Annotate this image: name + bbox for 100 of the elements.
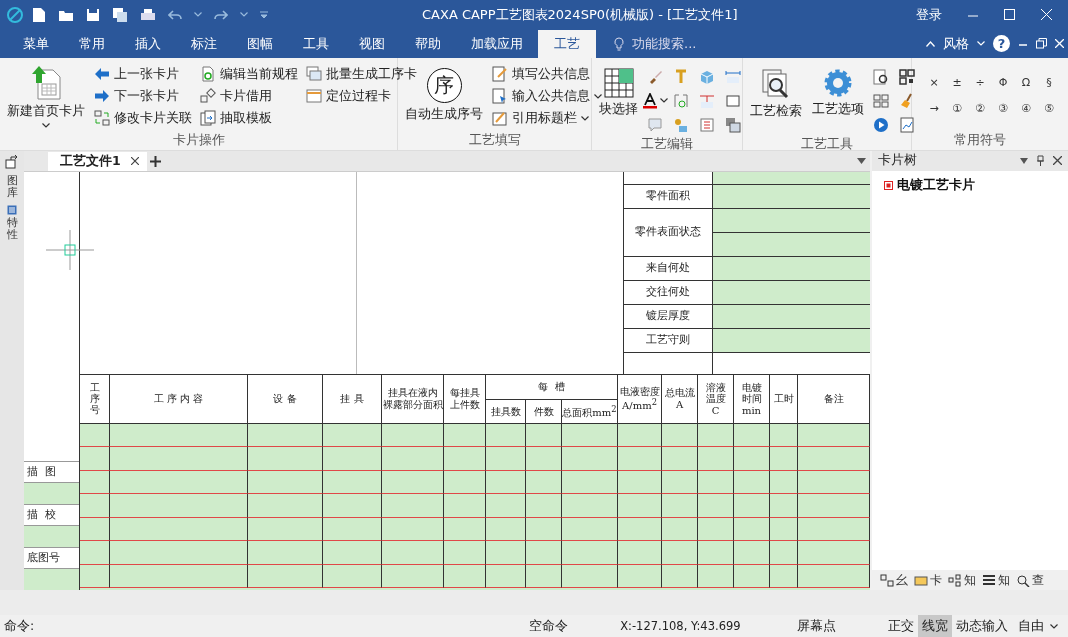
- pin-icon[interactable]: [1036, 155, 1045, 167]
- play-icon: [873, 116, 889, 133]
- panel-tab[interactable]: 查: [1016, 571, 1044, 589]
- status-toggle[interactable]: 线宽: [918, 615, 952, 637]
- panel-tab-icon: [948, 573, 962, 587]
- signature-label: 描 图: [27, 465, 56, 479]
- status-toggle[interactable]: 动态输入: [952, 615, 1012, 637]
- ribbon-tab[interactable]: 插入: [120, 29, 176, 58]
- maximize-icon[interactable]: [1004, 9, 1015, 21]
- field-label: 来自何处: [646, 261, 691, 276]
- signature-field[interactable]: [24, 568, 79, 590]
- fill-in-field[interactable]: [713, 304, 870, 328]
- document-tab[interactable]: 工艺文件1: [48, 151, 147, 171]
- ribbon-button[interactable]: 批量生成工序卡: [304, 64, 419, 84]
- app-logo-icon: [6, 5, 24, 24]
- dropdown-caret-icon: [42, 122, 50, 128]
- column-header: 挂具在液内: [387, 387, 438, 399]
- field-label: 零件面积: [646, 189, 691, 204]
- new-file-icon: [32, 6, 46, 23]
- ribbon-button[interactable]: 抽取模板: [198, 108, 300, 128]
- ribbon-button[interactable]: 卡片借用: [198, 86, 300, 106]
- column-header: 工序号: [89, 382, 100, 416]
- new-card-button[interactable]: 新建首页卡片: [4, 61, 88, 132]
- process-search-button[interactable]: 工艺检索: [747, 61, 805, 136]
- ribbon-tab[interactable]: 工艺: [538, 29, 596, 58]
- panel-tab[interactable]: 卡: [914, 571, 942, 589]
- restore-icon[interactable]: [1036, 38, 1047, 50]
- mode-menu[interactable]: 自由: [1018, 617, 1044, 635]
- signature-field[interactable]: [24, 482, 79, 504]
- chain-link-icon: [200, 88, 216, 105]
- ribbon-button[interactable]: 修改卡片关联: [92, 108, 194, 128]
- close-icon[interactable]: [1053, 156, 1062, 166]
- plus-icon: [150, 155, 162, 167]
- ribbon-tab[interactable]: 加载应用: [456, 29, 538, 58]
- panel-tab[interactable]: 知: [948, 571, 976, 589]
- fill-in-field[interactable]: [713, 208, 870, 256]
- column-header: 电镀: [741, 381, 762, 394]
- symbol-button[interactable]: Ω: [1016, 69, 1036, 96]
- help-button[interactable]: ?: [993, 35, 1010, 53]
- save-all-icon: [112, 6, 128, 23]
- panel-tab-icon: [1016, 573, 1030, 587]
- ribbon-tab[interactable]: 工具: [288, 29, 344, 58]
- print-icon: [140, 7, 156, 22]
- symbol-button[interactable]: ÷: [970, 69, 990, 96]
- symbol-button[interactable]: ①: [947, 95, 967, 122]
- left-arrow-icon: [94, 67, 110, 82]
- symbol-button[interactable]: §: [1039, 69, 1059, 96]
- ribbon-button[interactable]: 编辑当前规程: [198, 64, 300, 84]
- symbol-button[interactable]: ③: [993, 95, 1013, 122]
- ribbon-tab[interactable]: 视图: [344, 29, 400, 58]
- ribbon-tab[interactable]: 菜单: [8, 29, 64, 58]
- symbol-button[interactable]: →: [924, 95, 944, 122]
- ribbon-tab[interactable]: 帮助: [400, 29, 456, 58]
- ribbon-button[interactable]: 上一张卡片: [92, 64, 194, 84]
- symbol-button[interactable]: ×: [924, 69, 944, 96]
- ribbon-button[interactable]: 定位过程卡: [304, 86, 419, 106]
- symbol-button[interactable]: ②: [970, 95, 990, 122]
- search-field[interactable]: 功能搜索...: [632, 34, 697, 53]
- redo-menu-icon: [240, 12, 248, 18]
- tree-item[interactable]: 电镀工艺卡片: [897, 176, 975, 194]
- column-header: 温度: [705, 393, 726, 405]
- snap-mode[interactable]: 屏幕点: [797, 617, 836, 635]
- panel-tab[interactable]: 幺: [880, 571, 908, 589]
- side-tab[interactable]: 特性: [6, 217, 18, 242]
- group-title: 常用符号: [953, 131, 1007, 149]
- fill-in-field[interactable]: [713, 256, 870, 280]
- dropdown-caret-icon: [594, 93, 602, 99]
- panel-tab-icon: [982, 573, 996, 587]
- style-caret-icon: [977, 41, 985, 47]
- symbol-button[interactable]: ±: [947, 69, 967, 96]
- column-group-header: 每 槽: [538, 381, 565, 393]
- ribbon-tab[interactable]: 图幅: [232, 29, 288, 58]
- ribbon-tab[interactable]: 标注: [176, 29, 232, 58]
- status-toggle[interactable]: 正交: [884, 615, 918, 637]
- tab-list-icon[interactable]: [857, 157, 866, 164]
- signature-field[interactable]: [24, 525, 79, 547]
- column-header: 时间: [741, 393, 762, 405]
- symbol-button[interactable]: ⑤: [1039, 95, 1059, 122]
- symbol-button[interactable]: ④: [1016, 95, 1036, 122]
- ribbon-tab[interactable]: 常用: [64, 29, 120, 58]
- close-icon[interactable]: [130, 157, 139, 166]
- process-table-body[interactable]: [80, 423, 870, 590]
- dimension-text-icon: [725, 68, 741, 85]
- column-header: C: [711, 404, 720, 417]
- side-tab[interactable]: 图库: [6, 174, 18, 200]
- panel-menu-icon[interactable]: [1020, 157, 1028, 164]
- pencil-document-icon: [492, 66, 508, 83]
- fill-in-field[interactable]: [713, 328, 870, 352]
- fill-in-field[interactable]: [713, 184, 870, 208]
- login-link[interactable]: 登录: [916, 5, 942, 24]
- symbol-button[interactable]: Φ: [993, 69, 1013, 96]
- panel-tab[interactable]: 知: [982, 571, 1010, 589]
- frame-refresh-icon: [673, 92, 689, 109]
- fill-in-field[interactable]: [713, 280, 870, 304]
- panel-toggle-icon[interactable]: [5, 154, 19, 169]
- ribbon-button[interactable]: 下一张卡片: [92, 86, 194, 106]
- collapse-ribbon-icon[interactable]: [926, 40, 935, 47]
- image-stack-icon: [725, 116, 741, 133]
- style-menu[interactable]: 风格: [943, 34, 969, 53]
- process-options-button[interactable]: 工艺选项: [809, 61, 867, 136]
